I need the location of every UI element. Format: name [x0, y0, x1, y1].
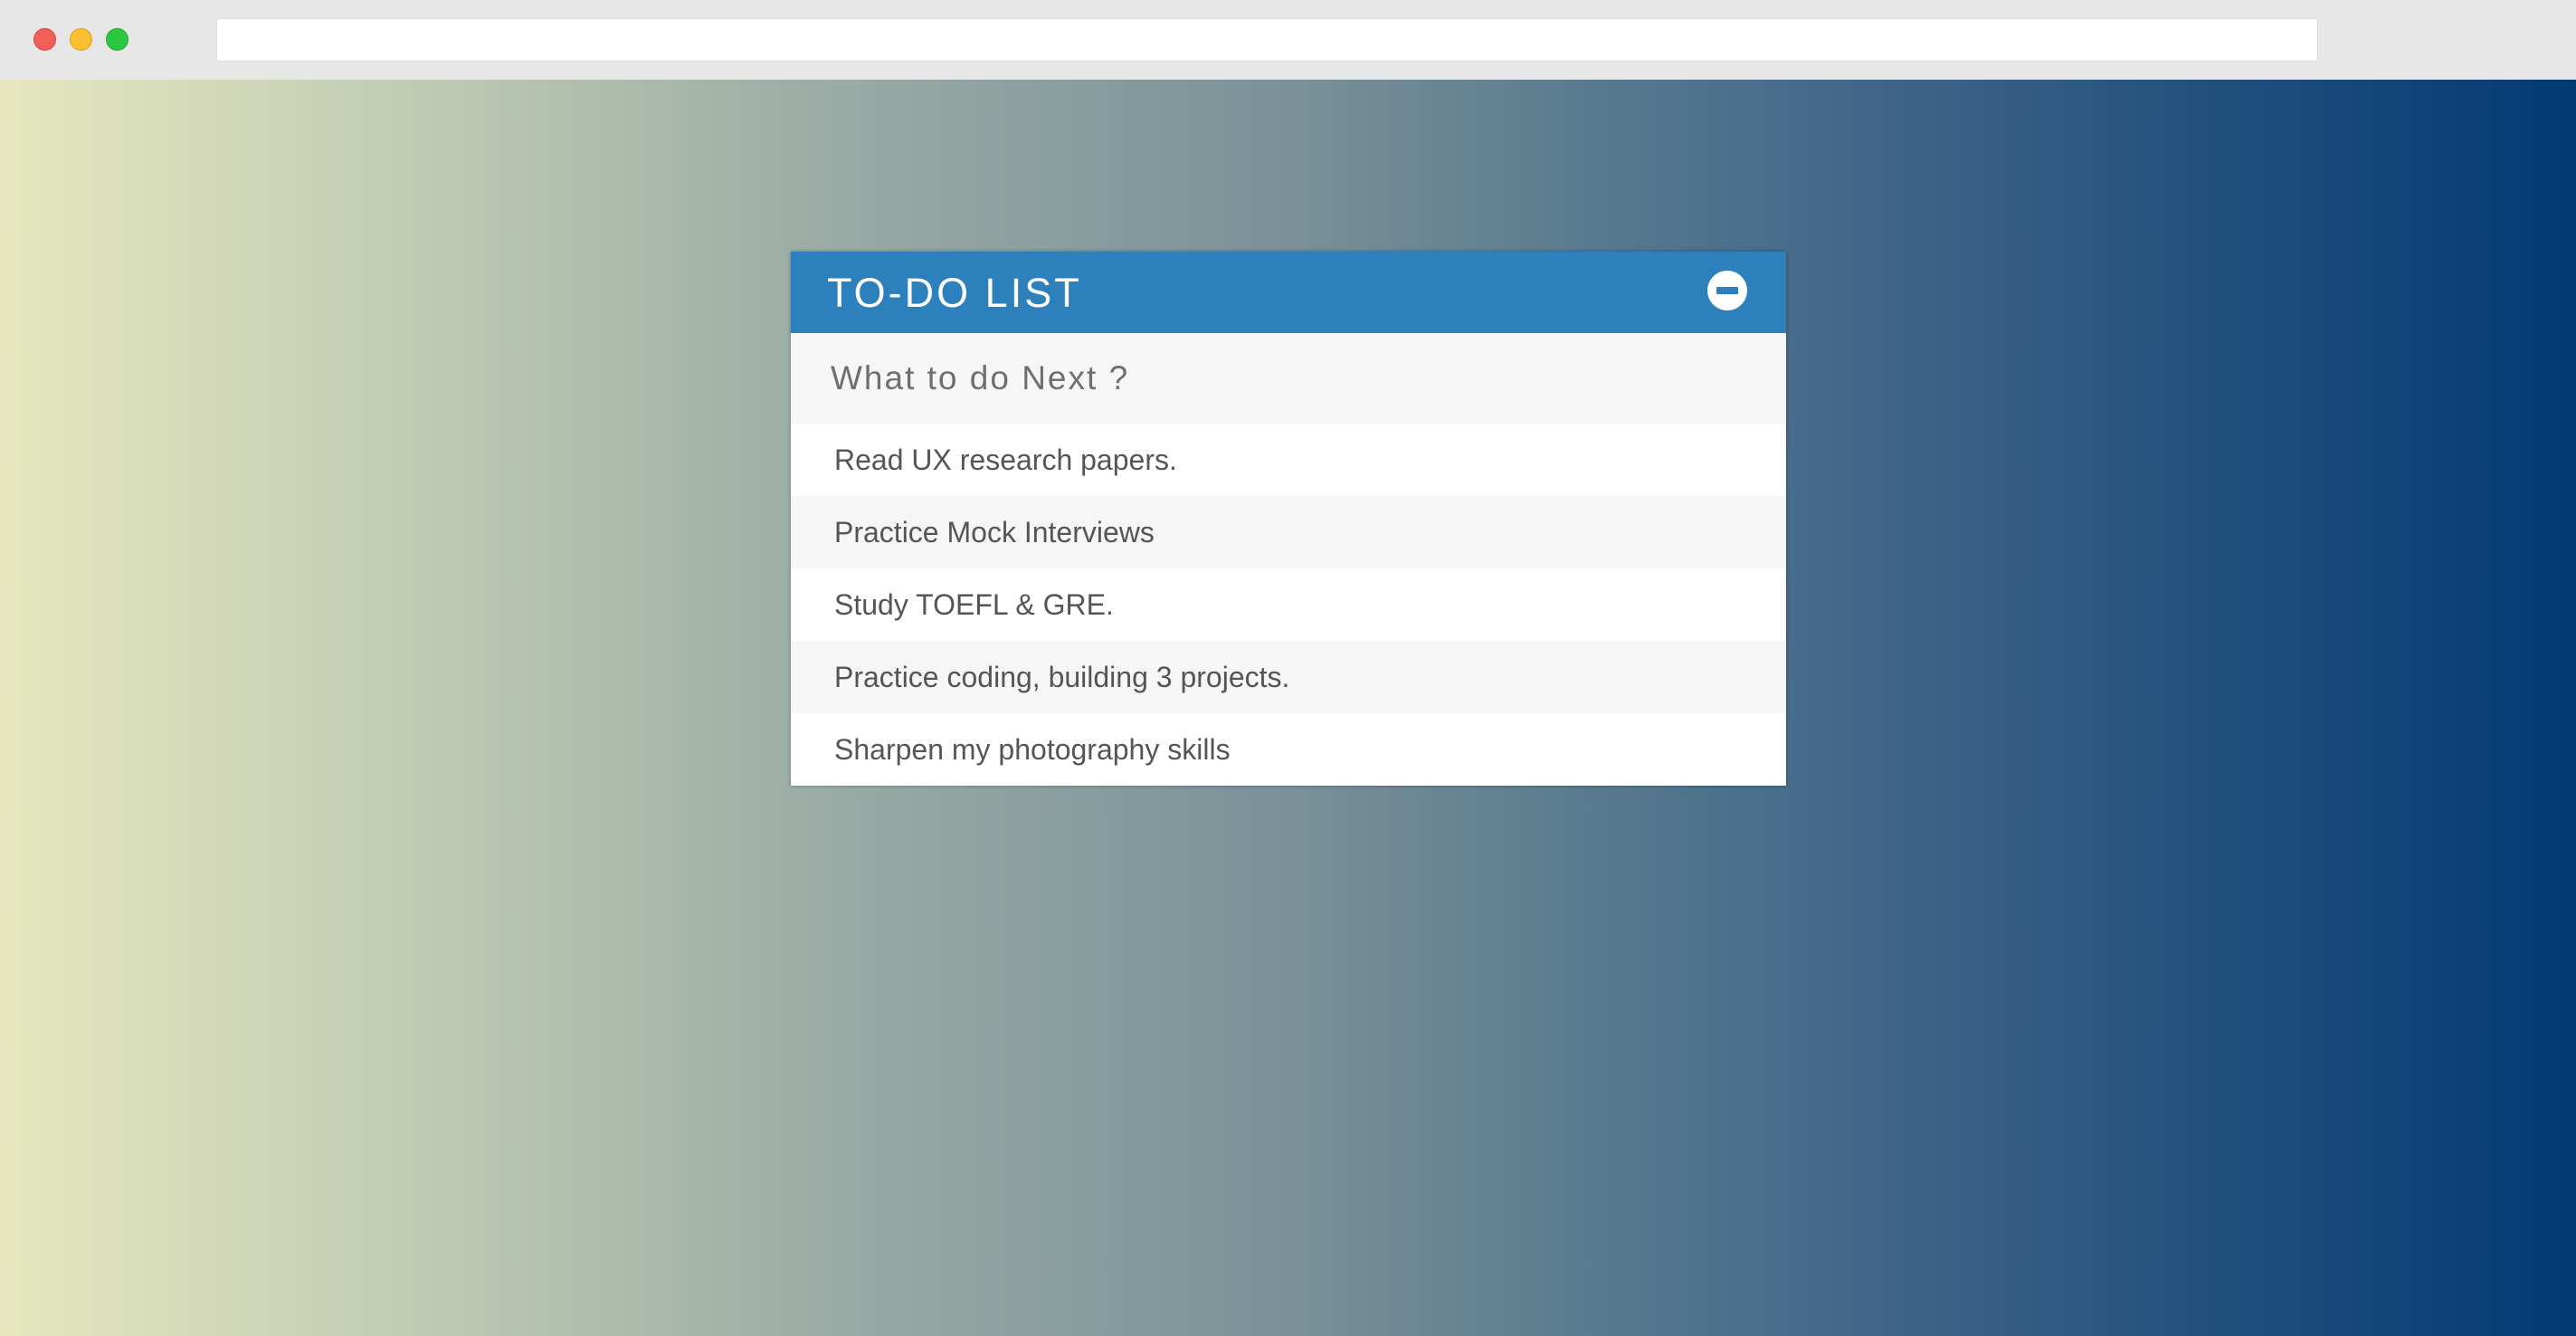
maximize-window-button[interactable]	[106, 28, 128, 51]
todo-title: TO-DO LIST	[827, 270, 1082, 316]
minus-bar	[1716, 287, 1738, 294]
todo-item[interactable]: Practice Mock Interviews	[791, 496, 1786, 568]
todo-input-row	[791, 333, 1786, 424]
new-todo-input[interactable]	[791, 333, 1786, 424]
close-window-button[interactable]	[33, 28, 56, 51]
todo-item[interactable]: Practice coding, building 3 projects.	[791, 641, 1786, 713]
minimize-window-button[interactable]	[70, 28, 92, 51]
page-viewport: TO-DO LIST Read UX research papers. Prac…	[0, 80, 2576, 1336]
browser-window: TO-DO LIST Read UX research papers. Prac…	[0, 0, 2576, 1336]
todo-item[interactable]: Sharpen my photography skills	[791, 713, 1786, 786]
browser-titlebar	[0, 0, 2576, 80]
todo-item[interactable]: Read UX research papers.	[791, 424, 1786, 496]
todo-header: TO-DO LIST	[791, 252, 1786, 333]
minus-circle-icon[interactable]	[1707, 271, 1747, 310]
todo-item[interactable]: Study TOEFL & GRE.	[791, 568, 1786, 641]
address-bar[interactable]	[216, 18, 2318, 62]
todo-card: TO-DO LIST Read UX research papers. Prac…	[791, 252, 1786, 786]
todo-list: Read UX research papers. Practice Mock I…	[791, 424, 1786, 786]
